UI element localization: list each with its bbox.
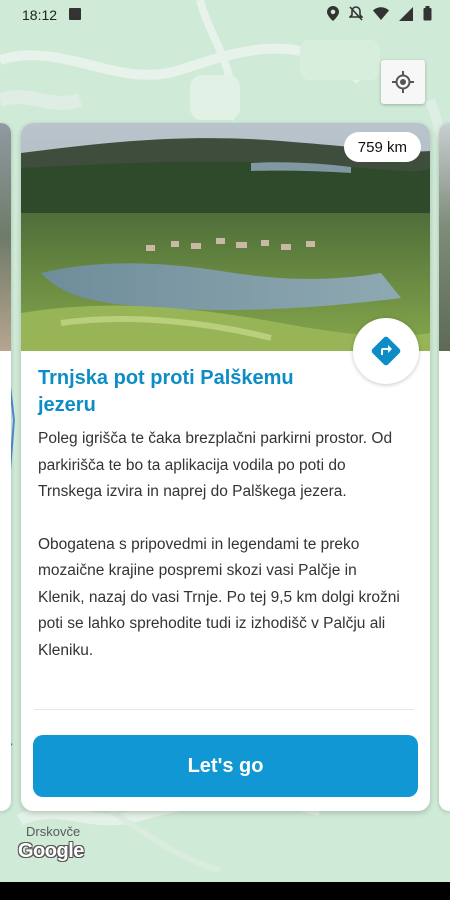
mute-icon [348,6,364,25]
lets-go-button[interactable]: Let's go [33,735,418,797]
directions-icon [371,336,401,366]
system-nav-bar [0,882,450,900]
crosshair-icon [392,71,414,93]
status-icons [327,6,432,25]
my-location-button[interactable] [381,60,425,104]
route-description: Poleg igrišča te čaka brezplačni parkirn… [38,426,403,664]
route-title: Trnjska pot proti Palškemu jezeru [38,367,294,416]
distance-badge: 759 km [343,132,421,162]
next-route-card[interactable] [439,123,450,811]
image-icon [69,8,81,20]
location-icon [327,6,339,25]
description-paragraph: Obogatena s pripovedmi in legendami te p… [38,535,400,659]
route-card: 759 km Trnjska pot proti Palškemu jezeru… [21,123,430,811]
status-time: 18:12 [22,7,58,23]
google-logo: Google [18,840,84,862]
wifi-icon [373,7,389,24]
status-bar: 18:12 [0,0,450,30]
route-photo: 759 km [21,123,430,351]
battery-icon [423,6,432,25]
previous-route-photo [0,123,11,351]
next-route-photo [439,123,450,351]
previous-route-card[interactable] [0,123,11,811]
divider [34,709,414,710]
map-place-label: Drskovče [26,824,81,839]
directions-button[interactable] [353,318,419,384]
signal-icon [399,6,413,25]
description-paragraph: Poleg igrišča te čaka brezplačni parkirn… [38,430,393,500]
